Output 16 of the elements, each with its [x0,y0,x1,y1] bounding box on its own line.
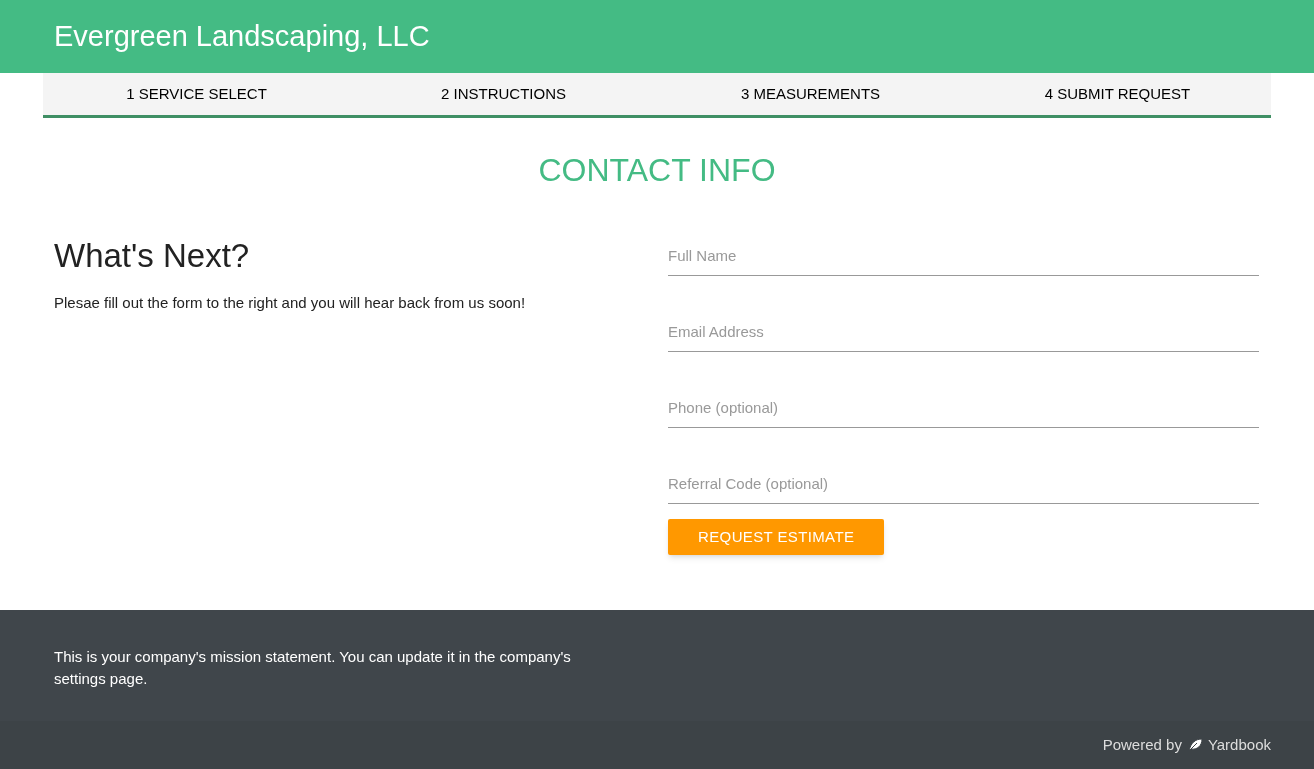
leaf-icon [1186,738,1203,752]
input-field[interactable]: Full Name [668,236,1259,276]
powered-by-text: Powered by [1102,734,1182,755]
step-tab[interactable]: 4 SUBMIT REQUEST [1044,82,1191,106]
section-heading: What's Next? [54,238,250,274]
mission-statement: This is your company's mission statement. You can update it in the company's settings page. [54,647,572,689]
step-tab[interactable]: 1 SERVICE SELECT [126,82,267,106]
company-name: Evergreen Landscaping, LLC [54,18,430,54]
page-title: CONTACT INFO [538,151,776,190]
intro-text: Plesae fill out the form to the right and you will hear back from us soon! [54,293,526,313]
brand-link[interactable]: Yardbook [1207,733,1271,757]
input-field[interactable]: Email Address [668,312,1259,352]
input-field[interactable]: Referral Code (optional) [668,464,1259,504]
step-tab[interactable]: 3 MEASUREMENTS [740,82,881,106]
step-tab[interactable]: 2 INSTRUCTIONS [441,82,566,106]
input-field[interactable]: Phone (optional) [668,388,1259,428]
